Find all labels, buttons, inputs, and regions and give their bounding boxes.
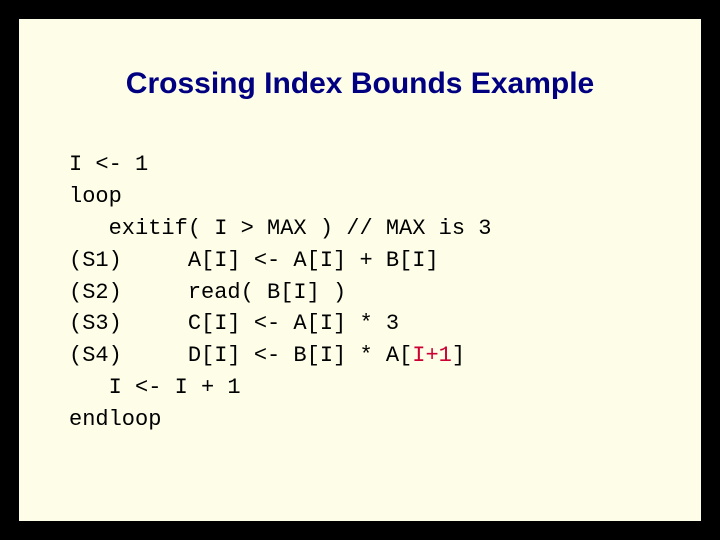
code-line-7c: ]: [452, 343, 465, 368]
code-line-1: I <- 1: [69, 152, 148, 177]
code-line-8: I <- I + 1: [69, 375, 241, 400]
code-line-9: endloop: [69, 407, 161, 432]
code-line-4: (S1) A[I] <- A[I] + B[I]: [69, 248, 439, 273]
slide-title: Crossing Index Bounds Example: [69, 67, 651, 101]
code-line-7a: (S4) D[I] <- B[I] * A[: [69, 343, 412, 368]
code-line-2: loop: [69, 184, 122, 209]
slide: Crossing Index Bounds Example I <- 1 loo…: [16, 16, 704, 524]
code-block: I <- 1 loop exitif( I > MAX ) // MAX is …: [69, 149, 651, 436]
code-line-3: exitif( I > MAX ) // MAX is 3: [69, 216, 491, 241]
code-line-5: (S2) read( B[I] ): [69, 280, 346, 305]
code-highlight-index: I+1: [412, 343, 452, 368]
code-line-6: (S3) C[I] <- A[I] * 3: [69, 311, 399, 336]
